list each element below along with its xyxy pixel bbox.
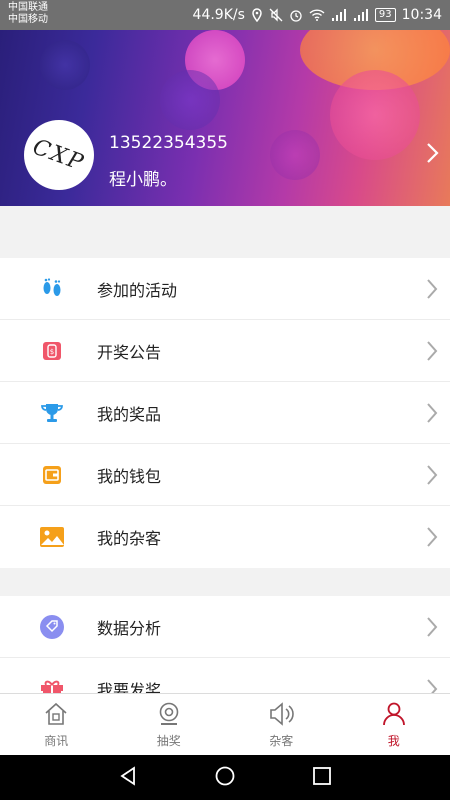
tab-label: 我: [387, 734, 400, 748]
menu-label: 我的杂客: [97, 529, 162, 548]
carrier-info: 中国联通 中国移动: [8, 2, 48, 26]
svg-text:$: $: [50, 348, 54, 356]
profile-header[interactable]: CXP 13522354355 程小鹏。: [0, 30, 450, 206]
trophy-icon: [38, 399, 66, 427]
system-navigation-bar: [0, 755, 450, 800]
wifi-icon: [309, 9, 325, 21]
profile-phone: 13522354355: [109, 133, 228, 153]
carrier-2: 中国移动: [8, 14, 48, 25]
money-bag-icon: $: [38, 337, 66, 365]
chevron-right-icon: [426, 616, 438, 642]
profile-nickname: 程小鹏。: [109, 170, 177, 190]
tab-news[interactable]: 商讯: [0, 694, 113, 755]
tab-lottery[interactable]: 抽奖: [113, 694, 226, 755]
tab-label: 杂客: [269, 734, 294, 748]
menu-item-data-analysis[interactable]: 数据分析: [0, 596, 450, 658]
back-icon[interactable]: [117, 765, 139, 791]
chevron-right-icon: [426, 278, 438, 304]
recent-apps-icon[interactable]: [311, 765, 333, 791]
bokeh-decoration: [270, 130, 320, 180]
bokeh-decoration: [160, 70, 220, 130]
wallet-icon: [38, 461, 66, 489]
chevron-right-icon: [426, 464, 438, 490]
camera-icon: [156, 702, 182, 730]
signal-icon: [331, 9, 347, 21]
network-speed: 44.9K/s: [192, 7, 245, 23]
mute-icon: [269, 8, 283, 22]
image-icon: [38, 523, 66, 551]
menu-group-secondary: 数据分析 我要发奖: [0, 596, 450, 693]
chevron-right-icon: [426, 526, 438, 552]
menu-item-my-wallet[interactable]: 我的钱包: [0, 444, 450, 506]
speaker-icon: [267, 702, 295, 730]
tab-me[interactable]: 我: [338, 694, 450, 755]
signal-icon-2: [353, 9, 369, 21]
chevron-right-icon[interactable]: [426, 142, 440, 168]
home-icon[interactable]: [214, 765, 236, 791]
menu-item-give-prizes[interactable]: 我要发奖: [0, 658, 450, 693]
menu-label: 我的钱包: [97, 466, 162, 486]
bokeh-decoration: [330, 70, 420, 160]
carrier-1: 中国联通: [8, 2, 48, 13]
clock: 10:34: [401, 7, 442, 23]
avatar-signature: CXP: [29, 134, 89, 176]
menu-item-draw-announcement[interactable]: $ 开奖公告: [0, 320, 450, 382]
alarm-icon: [289, 8, 303, 22]
menu-label: 我的奖品: [97, 404, 162, 424]
tab-label: 商讯: [44, 734, 69, 748]
bokeh-decoration: [40, 40, 90, 90]
menu-item-my-zake[interactable]: 我的杂客: [0, 506, 450, 568]
menu-item-my-prizes[interactable]: 我的奖品: [0, 382, 450, 444]
tag-icon: [38, 613, 66, 641]
tab-zake[interactable]: 杂客: [225, 694, 338, 755]
chevron-right-icon: [426, 402, 438, 428]
person-icon: [381, 702, 407, 730]
location-icon: [251, 8, 263, 22]
gift-icon: [38, 675, 66, 693]
battery-indicator: 93: [374, 8, 396, 22]
tab-label: 抽奖: [156, 734, 181, 748]
chevron-right-icon: [426, 340, 438, 366]
menu-group-main: 参加的活动 $ 开奖公告 我的奖品 我的钱包 我的杂客: [0, 258, 450, 568]
status-icons: 44.9K/s 93 10:34: [193, 0, 442, 30]
menu-label: 参加的活动: [97, 280, 178, 300]
footprints-icon: [38, 275, 66, 303]
house-icon: [43, 702, 69, 730]
bottom-tab-bar: 商讯 抽奖 杂客 我: [0, 693, 450, 755]
menu-label: 我要发奖: [97, 681, 162, 693]
avatar[interactable]: CXP: [24, 120, 94, 190]
menu-label: 开奖公告: [97, 342, 162, 362]
status-bar: 中国联通 中国移动 44.9K/s 93 10:34: [0, 0, 450, 30]
menu-label: 数据分析: [97, 618, 162, 638]
menu-item-activities[interactable]: 参加的活动: [0, 258, 450, 320]
chevron-right-icon: [426, 678, 438, 693]
